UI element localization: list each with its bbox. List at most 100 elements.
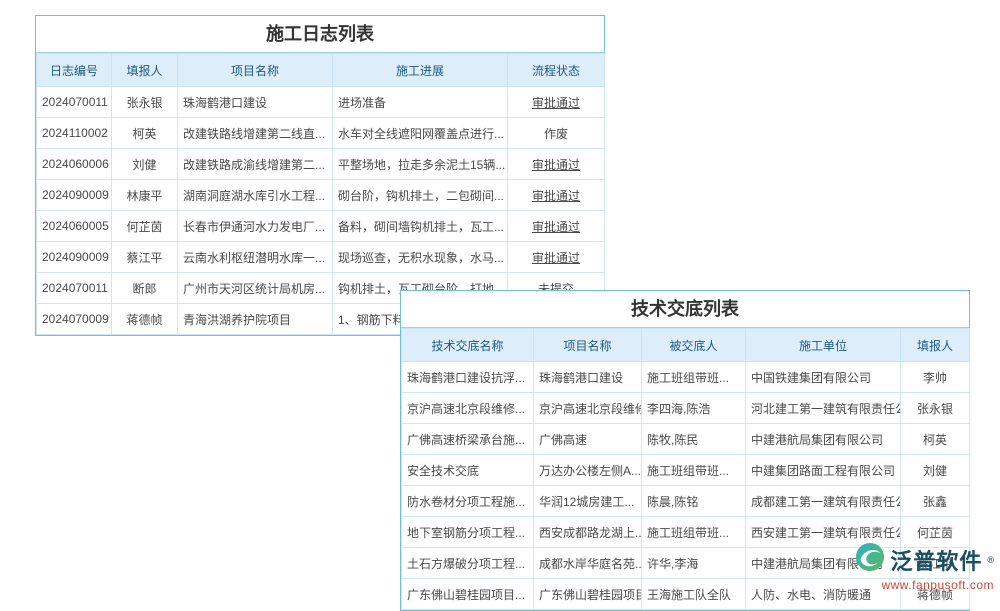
- log-col-id: 日志编号: [37, 54, 112, 87]
- project-name-link[interactable]: 成都水岸华庭名苑...: [534, 548, 642, 579]
- log-col-project: 项目名称: [178, 54, 333, 87]
- progress-text: 水车对全线遮阳网覆盖点进行...: [333, 118, 508, 149]
- table-row: 广佛高速桥梁承台施... 广佛高速 陈牧,陈民 中建港航局集团有限公司 柯英: [402, 424, 970, 455]
- disclosed-person-text: 施工班组带班...: [642, 517, 746, 548]
- disclosure-name-link[interactable]: 广佛高速桥梁承台施...: [402, 424, 534, 455]
- progress-text: 现场巡查，无积水现象，水马...: [333, 242, 508, 273]
- disclosed-person-text: 王海施工队全队: [642, 579, 746, 610]
- disclosure-name-link[interactable]: 土石方爆破分项工程...: [402, 548, 534, 579]
- log-id-cell[interactable]: 2024060006: [37, 149, 112, 180]
- log-id-cell[interactable]: 2024070011: [37, 273, 112, 304]
- construction-unit-text: 成都建工第一建筑有限责任公司: [746, 486, 901, 517]
- table-row: 2024060005 何芷茵 长春市伊通河水力发电厂... 备料，砌间墙钩机排土…: [37, 211, 605, 242]
- log-id-cell[interactable]: 2024090009: [37, 180, 112, 211]
- project-name-link[interactable]: 改建铁路线增建第二线直...: [178, 118, 333, 149]
- construction-log-list-window: 施工日志列表 日志编号 填报人 项目名称 施工进展 流程状态 202407001…: [35, 15, 605, 336]
- log-id-cell[interactable]: 2024060005: [37, 211, 112, 242]
- disclosed-person-text: 陈晨,陈铭: [642, 486, 746, 517]
- log-col-filler: 填报人: [112, 54, 178, 87]
- table-row: 2024070011 张永银 珠海鹤港口建设 进场准备 审批通过: [37, 87, 605, 118]
- project-name-link[interactable]: 长春市伊通河水力发电厂...: [178, 211, 333, 242]
- table-row: 防水卷材分项工程施... 华润12城房建工... 陈晨,陈铭 成都建工第一建筑有…: [402, 486, 970, 517]
- log-id-cell[interactable]: 2024090009: [37, 242, 112, 273]
- project-name-link[interactable]: 珠海鹤港口建设: [534, 362, 642, 393]
- project-name-link[interactable]: 湖南洞庭湖水库引水工程...: [178, 180, 333, 211]
- disclosed-person-text: 许华,李海: [642, 548, 746, 579]
- log-col-progress: 施工进展: [333, 54, 508, 87]
- filler-name-cell[interactable]: 张永银: [901, 393, 970, 424]
- project-name-link[interactable]: 青海洪湖养护院项目: [178, 304, 333, 335]
- disclosure-list-title: 技术交底列表: [401, 291, 969, 328]
- log-header-row: 日志编号 填报人 项目名称 施工进展 流程状态: [37, 54, 605, 87]
- disclosed-person-text: 施工班组带班...: [642, 362, 746, 393]
- project-name-link[interactable]: 西安成都路龙湖上...: [534, 517, 642, 548]
- disclosure-name-link[interactable]: 广东佛山碧桂园项目...: [402, 579, 534, 610]
- status-link[interactable]: 审批通过: [508, 149, 605, 180]
- brand-name: 泛普软件: [890, 544, 982, 576]
- table-row: 2024090009 林康平 湖南洞庭湖水库引水工程... 砌台阶，钩机排土，二…: [37, 180, 605, 211]
- construction-unit-text: 河北建工第一建筑有限责任公司: [746, 393, 901, 424]
- table-row: 2024110002 柯英 改建铁路线增建第二线直... 水车对全线遮阳网覆盖点…: [37, 118, 605, 149]
- table-row: 京沪高速北京段维修... 京沪高速北京段维修 李四海,陈浩 河北建工第一建筑有限…: [402, 393, 970, 424]
- project-name-link[interactable]: 珠海鹤港口建设: [178, 87, 333, 118]
- filler-name-cell[interactable]: 断郎: [112, 273, 178, 304]
- table-row: 2024060006 刘健 改建铁路成渝线增建第二... 平整场地，拉走多余泥土…: [37, 149, 605, 180]
- log-id-cell[interactable]: 2024070011: [37, 87, 112, 118]
- filler-name-cell[interactable]: 柯英: [112, 118, 178, 149]
- construction-unit-text: 中建港航局集团有限公司: [746, 424, 901, 455]
- project-name-link[interactable]: 万达办公楼左侧A...: [534, 455, 642, 486]
- progress-text: 进场准备: [333, 87, 508, 118]
- filler-name-cell[interactable]: 柯英: [901, 424, 970, 455]
- progress-text: 平整场地，拉走多余泥土15辆...: [333, 149, 508, 180]
- project-name-link[interactable]: 云南水利枢纽潜明水库一...: [178, 242, 333, 273]
- log-id-cell[interactable]: 2024110002: [37, 118, 112, 149]
- filler-name-cell[interactable]: 蔡江平: [112, 242, 178, 273]
- filler-name-cell[interactable]: 何芷茵: [112, 211, 178, 242]
- project-name-link[interactable]: 广州市天河区统计局机房...: [178, 273, 333, 304]
- filler-name-cell[interactable]: 张鑫: [901, 486, 970, 517]
- status-link[interactable]: 审批通过: [508, 242, 605, 273]
- construction-unit-text: 中国铁建集团有限公司: [746, 362, 901, 393]
- progress-text: 砌台阶，钩机排土，二包砌间...: [333, 180, 508, 211]
- disc-col-person: 被交底人: [642, 329, 746, 362]
- project-name-link[interactable]: 改建铁路成渝线增建第二...: [178, 149, 333, 180]
- fanpu-logo-icon: [855, 542, 885, 577]
- disc-col-project: 项目名称: [534, 329, 642, 362]
- disc-col-filler: 填报人: [901, 329, 970, 362]
- disclosed-person-text: 李四海,陈浩: [642, 393, 746, 424]
- project-name-link[interactable]: 广佛高速: [534, 424, 642, 455]
- progress-text: 备料，砌间墙钩机排土，瓦工...: [333, 211, 508, 242]
- log-list-title: 施工日志列表: [36, 16, 604, 53]
- disclosure-name-link[interactable]: 京沪高速北京段维修...: [402, 393, 534, 424]
- filler-name-cell[interactable]: 林康平: [112, 180, 178, 211]
- filler-name-cell[interactable]: 刘健: [901, 455, 970, 486]
- filler-name-cell[interactable]: 李帅: [901, 362, 970, 393]
- registered-mark: ®: [987, 555, 994, 565]
- disclosure-name-link[interactable]: 地下室钢筋分项工程...: [402, 517, 534, 548]
- table-row: 安全技术交底 万达办公楼左侧A... 施工班组带班... 中建集团路面工程有限公…: [402, 455, 970, 486]
- disc-col-name: 技术交底名称: [402, 329, 534, 362]
- disclosure-name-link[interactable]: 珠海鹤港口建设抗浮...: [402, 362, 534, 393]
- project-name-link[interactable]: 广东佛山碧桂园项目: [534, 579, 642, 610]
- brand-url[interactable]: www.fanpusoft.com: [881, 578, 994, 592]
- disclosure-header-row: 技术交底名称 项目名称 被交底人 施工单位 填报人: [402, 329, 970, 362]
- status-link[interactable]: 作废: [508, 118, 605, 149]
- disclosure-name-link[interactable]: 防水卷材分项工程施...: [402, 486, 534, 517]
- filler-name-cell[interactable]: 蒋德帧: [112, 304, 178, 335]
- filler-name-cell[interactable]: 张永银: [112, 87, 178, 118]
- disclosed-person-text: 陈牧,陈民: [642, 424, 746, 455]
- project-name-link[interactable]: 华润12城房建工...: [534, 486, 642, 517]
- table-row: 珠海鹤港口建设抗浮... 珠海鹤港口建设 施工班组带班... 中国铁建集团有限公…: [402, 362, 970, 393]
- log-col-status: 流程状态: [508, 54, 605, 87]
- status-link[interactable]: 审批通过: [508, 180, 605, 211]
- status-link[interactable]: 审批通过: [508, 87, 605, 118]
- filler-name-cell[interactable]: 刘健: [112, 149, 178, 180]
- log-id-cell[interactable]: 2024070009: [37, 304, 112, 335]
- disclosed-person-text: 施工班组带班...: [642, 455, 746, 486]
- table-row: 2024090009 蔡江平 云南水利枢纽潜明水库一... 现场巡查，无积水现象…: [37, 242, 605, 273]
- status-link[interactable]: 审批通过: [508, 211, 605, 242]
- disclosure-name-link[interactable]: 安全技术交底: [402, 455, 534, 486]
- fanpu-watermark: 泛普软件 ® www.fanpusoft.com: [855, 542, 994, 592]
- disc-col-unit: 施工单位: [746, 329, 901, 362]
- project-name-link[interactable]: 京沪高速北京段维修: [534, 393, 642, 424]
